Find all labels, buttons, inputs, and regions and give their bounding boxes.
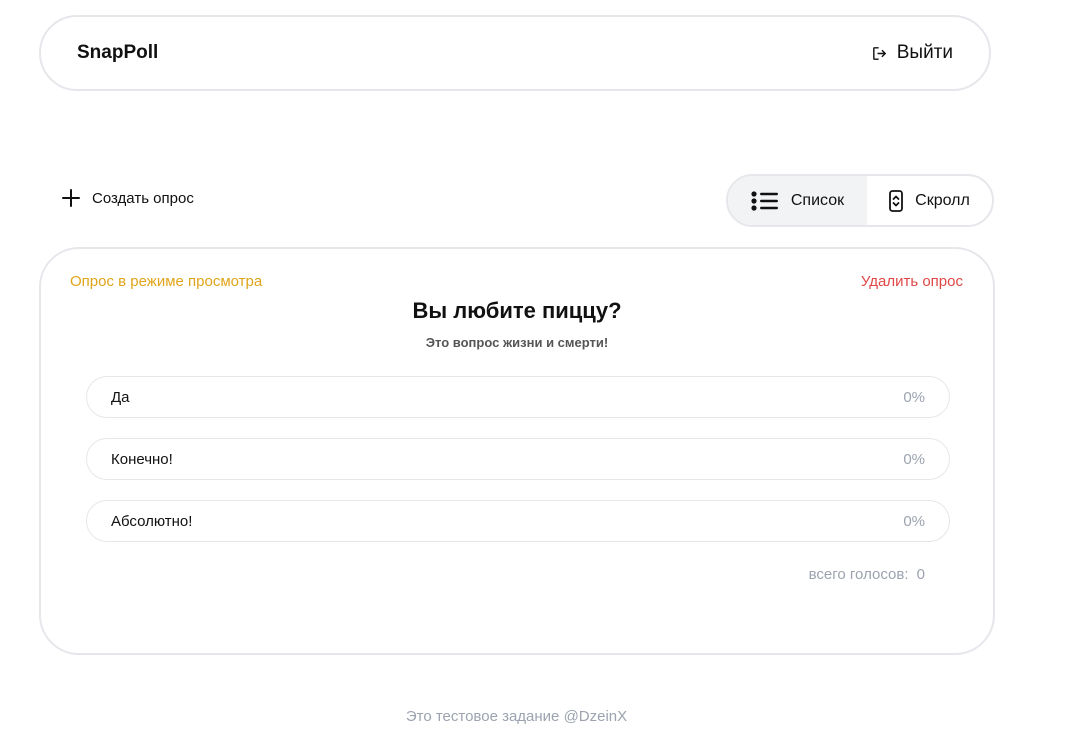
logout-button[interactable]: Выйти [871,42,953,64]
poll-title: Вы любите пиццу? [412,298,622,323]
logout-icon [871,45,888,62]
total-votes-value: 0 [916,566,925,583]
create-poll-label: Создать опрос [92,189,194,207]
view-mode-toggle: Список Скролл [726,174,994,227]
total-votes: всего голосов: 0 [809,566,925,583]
poll-subtitle: Это вопрос жизни и смерти! [425,335,609,350]
poll-option-label: Конечно! [111,451,173,468]
poll-option[interactable]: Абсолютно! 0% [86,500,950,542]
plus-icon [62,189,80,207]
create-poll-button[interactable]: Создать опрос [62,189,194,207]
list-icon [751,190,779,211]
poll-option-percent: 0% [903,389,925,406]
poll-option-percent: 0% [903,451,925,468]
poll-option[interactable]: Да 0% [86,376,950,418]
top-navbar: SnapPoll Выйти [39,15,991,91]
delete-poll-button[interactable]: Удалить опрос [861,273,963,290]
view-mode-status: Опрос в режиме просмотра [70,273,263,290]
logout-label: Выйти [896,42,953,63]
poll-option[interactable]: Конечно! 0% [86,438,950,480]
poll-options: Да 0% Конечно! 0% Абсолютно! 0% [86,376,950,562]
poll-option-label: Да [111,389,130,406]
poll-card: Опрос в режиме просмотра Удалить опрос В… [39,247,995,655]
total-votes-label: всего голосов: [808,566,909,583]
poll-option-percent: 0% [903,513,925,530]
view-mode-scroll-button[interactable]: Скролл [867,176,992,225]
scroll-icon [889,189,904,212]
brand-logo-text[interactable]: SnapPoll [77,42,158,64]
view-mode-list-label: Список [790,191,845,209]
page: SnapPoll Выйти Создать опрос Список Скро… [0,0,1073,752]
poll-option-label: Абсолютно! [111,513,193,530]
view-mode-list-button[interactable]: Список [728,176,867,225]
footer-credit: Это тестовое задание @DzeinX [405,708,628,725]
view-mode-scroll-label: Скролл [915,191,970,209]
